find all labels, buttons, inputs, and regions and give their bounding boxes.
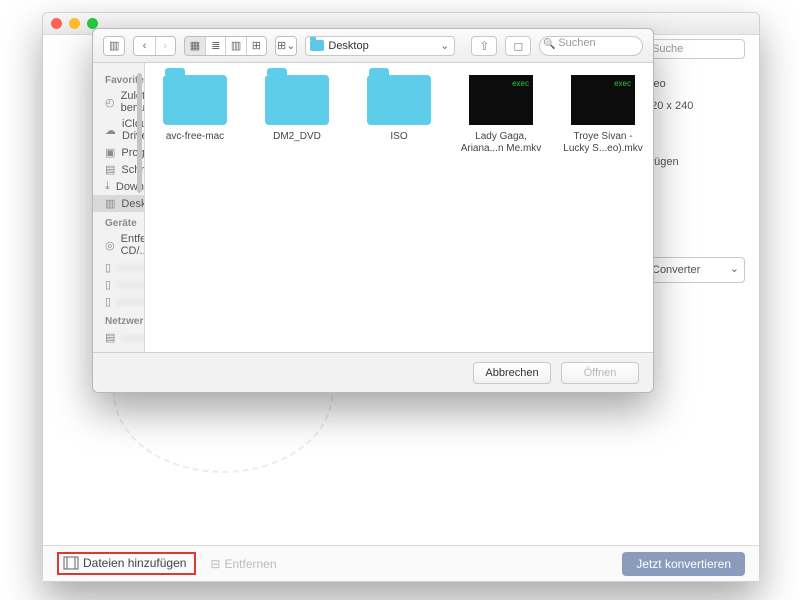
- view-gallery-button[interactable]: ⊞: [246, 37, 266, 55]
- view-list-button[interactable]: ≣: [205, 37, 225, 55]
- devices-header: Geräte: [105, 218, 144, 229]
- minimize-icon[interactable]: [69, 18, 80, 29]
- sidebar-item-desktop[interactable]: ▥Desktop: [93, 195, 144, 212]
- tags-button[interactable]: ◻: [505, 36, 531, 56]
- folder-icon: [367, 75, 431, 125]
- drive-icon: ▯: [105, 295, 111, 308]
- profile-label: Converter: [652, 259, 700, 281]
- remove-button: ⊟ Entfernen: [210, 557, 276, 571]
- film-icon: [63, 556, 79, 570]
- open-dialog: ▥ ‹ › ▦ ≣ ▥ ⊞ ⊞⌄ Desktop ⇧ ◻ Suchen Favo: [92, 28, 654, 393]
- file-item[interactable]: ISO: [357, 75, 441, 143]
- format-hint: ideo: [645, 73, 745, 95]
- profile-select[interactable]: Converter: [645, 257, 745, 283]
- bottom-toolbar: Dateien hinzufügen ⊟ Entfernen Jetzt kon…: [43, 545, 759, 581]
- video-icon: exec: [571, 75, 635, 125]
- dialog-body: Favoriten ◴Zuletzt benutzt ☁iCloud Drive…: [93, 63, 653, 352]
- window-controls: [51, 18, 98, 29]
- folder-icon: [310, 40, 324, 51]
- close-icon[interactable]: [51, 18, 62, 29]
- sidebar: Favoriten ◴Zuletzt benutzt ☁iCloud Drive…: [93, 63, 145, 352]
- history-segment: ‹ ›: [133, 36, 176, 56]
- back-button[interactable]: ‹: [134, 37, 154, 55]
- dialog-search-input[interactable]: Suchen: [539, 36, 643, 56]
- sidebar-toggle-icon[interactable]: ▥: [104, 37, 124, 55]
- disc-icon: ◎: [105, 239, 115, 252]
- arrange-icon: ⊞⌄: [276, 37, 296, 55]
- file-name: avc-free-mac: [153, 131, 237, 143]
- open-button[interactable]: Öffnen: [561, 362, 639, 384]
- search-placeholder: Suche: [652, 43, 683, 55]
- sidebar-item-device[interactable]: ▯———: [93, 259, 144, 276]
- downloads-icon: ⤓: [105, 180, 110, 193]
- app-search-input[interactable]: Suche: [645, 39, 745, 59]
- sidebar-item-device[interactable]: ▯———: [93, 276, 144, 293]
- file-name: Lady Gaga, Ariana...n Me.mkv: [459, 131, 543, 155]
- add-hint: nfügen: [645, 151, 745, 173]
- file-grid[interactable]: avc-free-mac DM2_DVD ISO exec Lady Gaga, …: [145, 63, 653, 352]
- cloud-icon: ☁: [105, 124, 116, 137]
- drive-icon: ▯: [105, 278, 111, 291]
- dialog-footer: Abbrechen Öffnen: [93, 352, 653, 392]
- file-item[interactable]: exec Lady Gaga, Ariana...n Me.mkv: [459, 75, 543, 155]
- location-label: Desktop: [328, 40, 368, 52]
- sidebar-item-remote-disc[interactable]: ◎Entfernte CD/...: [93, 231, 144, 259]
- view-segment: ▦ ≣ ▥ ⊞: [184, 36, 267, 56]
- file-name: DM2_DVD: [255, 131, 339, 143]
- folder-icon: [163, 75, 227, 125]
- clock-icon: ◴: [105, 96, 115, 109]
- add-files-label: Dateien hinzufügen: [83, 556, 186, 570]
- scrollbar[interactable]: [137, 73, 142, 193]
- desktop-icon: ▥: [105, 197, 115, 210]
- nav-segment: ▥: [103, 36, 125, 56]
- share-icon: ⇧: [479, 39, 489, 53]
- drive-icon: ▯: [105, 261, 111, 274]
- apps-icon: ▣: [105, 146, 115, 159]
- cancel-button[interactable]: Abbrechen: [473, 362, 551, 384]
- file-item[interactable]: exec Troye Sivan - Lucky S...eo).mkv: [561, 75, 645, 155]
- file-item[interactable]: avc-free-mac: [153, 75, 237, 143]
- file-name: ISO: [357, 131, 441, 143]
- dialog-search-placeholder: Suchen: [558, 37, 595, 49]
- dialog-toolbar: ▥ ‹ › ▦ ≣ ▥ ⊞ ⊞⌄ Desktop ⇧ ◻ Suchen: [93, 29, 653, 63]
- desktop-icon: ▤: [105, 163, 115, 176]
- file-name: Troye Sivan - Lucky S...eo).mkv: [561, 131, 645, 155]
- arrange-segment[interactable]: ⊞⌄: [275, 36, 297, 56]
- convert-button[interactable]: Jetzt konvertieren: [622, 552, 745, 576]
- share-button[interactable]: ⇧: [471, 36, 497, 56]
- resolution-text: 320 x 240: [645, 95, 745, 117]
- network-header: Netzwerk: [105, 316, 144, 327]
- tags-icon: ◻: [513, 39, 523, 53]
- add-files-button[interactable]: Dateien hinzufügen: [57, 552, 196, 575]
- sidebar-item-device[interactable]: ▯———: [93, 293, 144, 310]
- folder-icon: [265, 75, 329, 125]
- side-panel: ideo 320 x 240 nfügen Converter: [645, 73, 745, 283]
- remove-label: Entfernen: [224, 557, 276, 571]
- remove-icon: ⊟: [210, 557, 220, 571]
- forward-button[interactable]: ›: [155, 37, 175, 55]
- view-columns-button[interactable]: ▥: [225, 37, 245, 55]
- view-icons-button[interactable]: ▦: [185, 37, 205, 55]
- sidebar-item-network[interactable]: ▤———: [93, 329, 144, 346]
- video-icon: exec: [469, 75, 533, 125]
- location-popup[interactable]: Desktop: [305, 36, 455, 56]
- file-item[interactable]: DM2_DVD: [255, 75, 339, 143]
- server-icon: ▤: [105, 331, 115, 344]
- convert-label: Jetzt konvertieren: [636, 557, 731, 571]
